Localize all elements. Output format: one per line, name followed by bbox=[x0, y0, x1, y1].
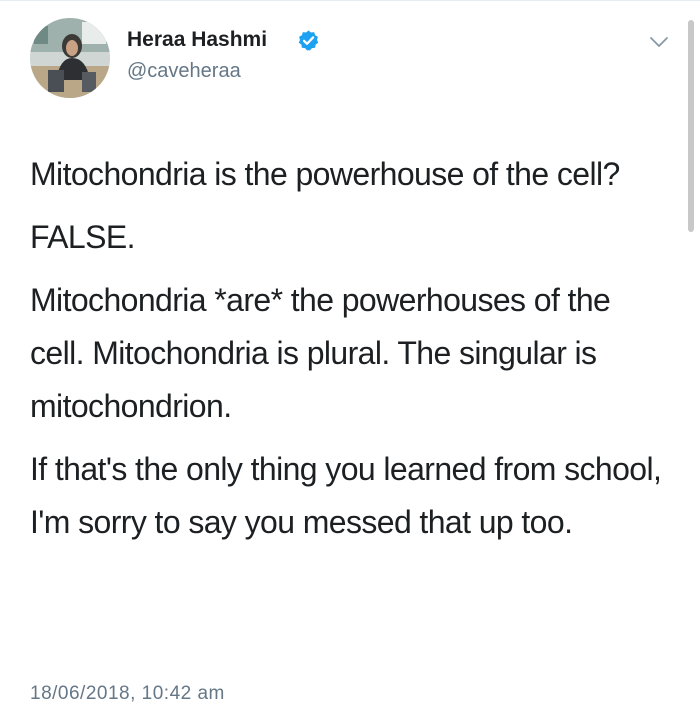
avatar-image bbox=[30, 18, 110, 98]
avatar[interactable] bbox=[30, 18, 110, 98]
tweet-text: Mitochondria is the powerhouse of the ce… bbox=[30, 148, 670, 559]
top-divider bbox=[0, 0, 700, 1]
tweet-timestamp[interactable]: 18/06/2018, 10:42 am bbox=[30, 683, 225, 705]
verified-badge-icon bbox=[298, 30, 319, 51]
tweet-paragraph: If that's the only thing you learned fro… bbox=[30, 451, 662, 540]
user-handle[interactable]: @caveheraa bbox=[127, 60, 241, 83]
display-name[interactable]: Heraa Hashmi bbox=[127, 28, 267, 52]
scrollbar[interactable] bbox=[688, 20, 694, 232]
tweet-paragraph: FALSE. bbox=[30, 219, 136, 255]
chevron-down-icon[interactable] bbox=[648, 34, 670, 50]
tweet-paragraph: Mitochondria *are* the powerhouses of th… bbox=[30, 282, 611, 424]
tweet-paragraph: Mitochondria is the powerhouse of the ce… bbox=[30, 156, 620, 192]
